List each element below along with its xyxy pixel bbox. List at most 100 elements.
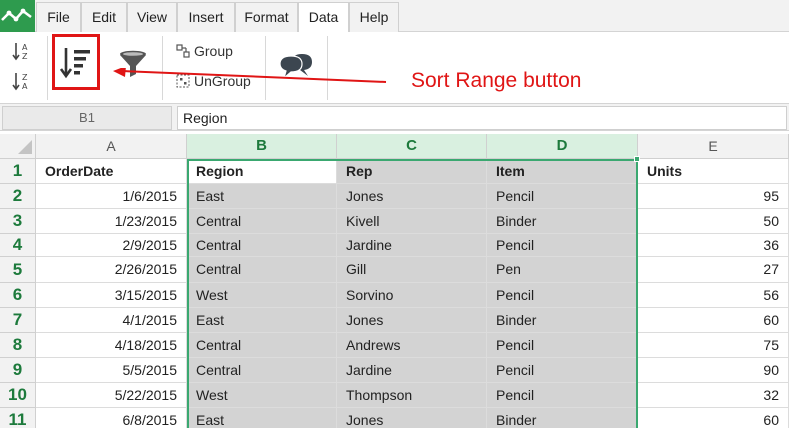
grid-cell[interactable]: Binder [487, 408, 638, 428]
grid-cell[interactable]: Binder [487, 209, 638, 234]
grid-cell[interactable]: Gill [337, 257, 487, 283]
grid-cell[interactable]: Jardine [337, 358, 487, 383]
grid-cell[interactable]: Pencil [487, 184, 638, 209]
grid-cell[interactable]: Pencil [487, 358, 638, 383]
tab-format[interactable]: Format [235, 2, 298, 32]
column-header-d[interactable]: D [487, 134, 638, 159]
tab-edit[interactable]: Edit [81, 2, 127, 32]
grid-cell[interactable]: 90 [638, 358, 789, 383]
grid-cell[interactable]: 75 [638, 333, 789, 358]
grid-cell[interactable]: 2/26/2015 [36, 257, 187, 283]
grid-cell[interactable]: 60 [638, 308, 789, 333]
grid-cell[interactable]: 36 [638, 234, 789, 257]
app-logo-icon [1, 8, 32, 22]
grid-cell[interactable]: West [187, 283, 337, 308]
row-header-2[interactable]: 2 [0, 184, 36, 209]
sort-range-highlight [52, 34, 100, 90]
grid-cell[interactable]: Central [187, 257, 337, 283]
row-header-11[interactable]: 11 [0, 408, 36, 428]
group-icon [176, 44, 190, 58]
row-header-9[interactable]: 9 [0, 358, 36, 383]
grid-cell[interactable]: Thompson [337, 383, 487, 408]
grid-cell[interactable]: 50 [638, 209, 789, 234]
sort-ascending-icon: A Z [12, 43, 28, 61]
row-header-3[interactable]: 3 [0, 209, 36, 234]
select-all-corner[interactable] [0, 134, 36, 159]
row-header-6[interactable]: 6 [0, 283, 36, 308]
svg-text:A: A [22, 82, 28, 91]
row-header-4[interactable]: 4 [0, 234, 36, 257]
grid-cell[interactable]: 32 [638, 383, 789, 408]
tab-help[interactable]: Help [349, 2, 399, 32]
tab-file[interactable]: File [36, 2, 81, 32]
grid-cell[interactable]: Pencil [487, 283, 638, 308]
grid-cell[interactable]: Jones [337, 408, 487, 428]
row-header-1[interactable]: 1 [0, 159, 36, 184]
grid-cell[interactable]: Central [187, 333, 337, 358]
ribbon: A Z Z A Group UnGroup Sort Range button [0, 32, 789, 104]
tab-data[interactable]: Data [298, 2, 349, 33]
header-cell[interactable]: OrderDate [36, 159, 187, 184]
grid-cell[interactable]: 6/8/2015 [36, 408, 187, 428]
grid-cell[interactable]: Jones [337, 308, 487, 333]
formula-input[interactable]: Region [177, 106, 787, 130]
svg-text:Z: Z [22, 52, 28, 61]
grid-cell[interactable]: 95 [638, 184, 789, 209]
grid-cell[interactable]: East [187, 408, 337, 428]
grid-cell[interactable]: Central [187, 358, 337, 383]
column-header-b[interactable]: B [187, 134, 337, 159]
corner-triangle-icon [18, 140, 32, 154]
cell-reference-box[interactable]: B1 [2, 106, 172, 130]
grid-cell[interactable]: 4/18/2015 [36, 333, 187, 358]
header-cell[interactable]: Rep [337, 159, 487, 184]
row-header-8[interactable]: 8 [0, 333, 36, 358]
grid-cell[interactable]: Pen [487, 257, 638, 283]
svg-text:A: A [22, 43, 28, 52]
row-header-7[interactable]: 7 [0, 308, 36, 333]
group-label: Group [194, 43, 233, 59]
grid-cell[interactable]: Sorvino [337, 283, 487, 308]
selection-fill-handle[interactable] [634, 156, 640, 162]
sort-ascending-button[interactable]: A Z [10, 40, 34, 62]
spreadsheet-grid: A B C D E 1 OrderDate Region Rep Item Units 2 1… [0, 134, 789, 428]
menu-bar: File Edit View Insert Format Data Help [0, 0, 789, 33]
grid-cell[interactable]: East [187, 308, 337, 333]
column-header-c[interactable]: C [337, 134, 487, 159]
grid-cell[interactable]: 5/5/2015 [36, 358, 187, 383]
grid-cell[interactable]: West [187, 383, 337, 408]
group-button[interactable]: Group [176, 43, 233, 59]
tab-insert[interactable]: Insert [177, 2, 235, 32]
grid-cell[interactable]: 56 [638, 283, 789, 308]
grid-cell[interactable]: East [187, 184, 337, 209]
column-header-e[interactable]: E [638, 134, 789, 159]
grid-cell[interactable]: Jones [337, 184, 487, 209]
grid-cell[interactable]: 27 [638, 257, 789, 283]
grid-cell[interactable]: Pencil [487, 234, 638, 257]
sort-descending-button[interactable]: Z A [10, 70, 34, 92]
grid-cell[interactable]: 2/9/2015 [36, 234, 187, 257]
header-cell[interactable]: Units [638, 159, 789, 184]
sort-descending-icon: Z A [12, 73, 28, 91]
grid-cell[interactable]: Jardine [337, 234, 487, 257]
grid-cell[interactable]: Central [187, 209, 337, 234]
ribbon-separator [47, 36, 48, 100]
grid-cell[interactable]: Binder [487, 308, 638, 333]
grid-cell[interactable]: 1/23/2015 [36, 209, 187, 234]
grid-cell[interactable]: 4/1/2015 [36, 308, 187, 333]
tab-view[interactable]: View [127, 2, 177, 32]
grid-cell[interactable]: Pencil [487, 333, 638, 358]
header-cell[interactable]: Item [487, 159, 638, 184]
grid-cell[interactable]: 60 [638, 408, 789, 428]
grid-cell[interactable]: Central [187, 234, 337, 257]
column-header-a[interactable]: A [36, 134, 187, 159]
row-header-5[interactable]: 5 [0, 257, 36, 283]
row-header-10[interactable]: 10 [0, 383, 36, 408]
grid-cell[interactable]: 1/6/2015 [36, 184, 187, 209]
grid-cell[interactable]: Kivell [337, 209, 487, 234]
grid-cell[interactable]: 3/15/2015 [36, 283, 187, 308]
grid-cell[interactable]: 5/22/2015 [36, 383, 187, 408]
svg-text:Z: Z [22, 73, 28, 82]
header-cell[interactable]: Region [187, 159, 337, 184]
grid-cell[interactable]: Pencil [487, 383, 638, 408]
grid-cell[interactable]: Andrews [337, 333, 487, 358]
